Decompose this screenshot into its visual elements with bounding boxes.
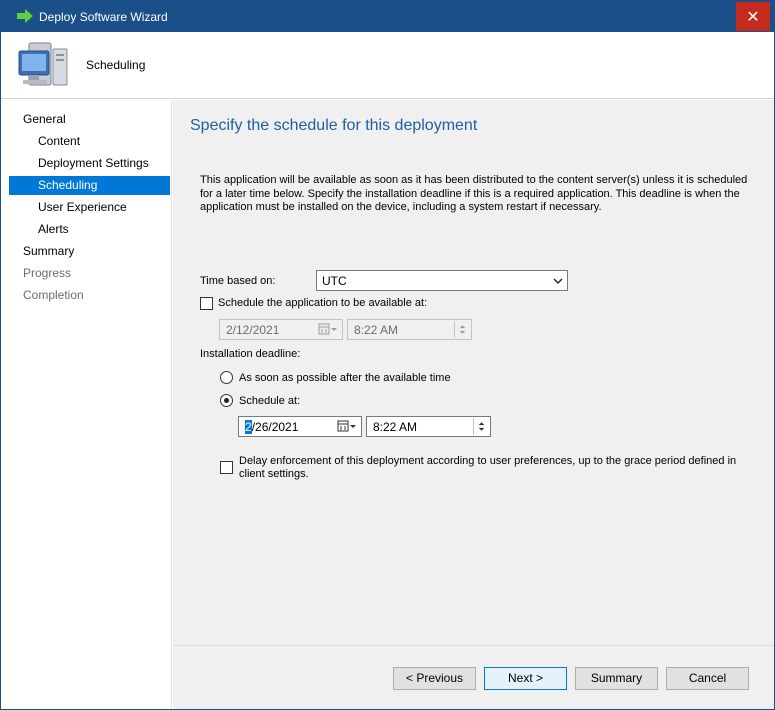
delay-enforcement-label: Delay enforcement of this deployment acc… <box>239 455 737 480</box>
deadline-date-picker[interactable]: 2/26/2021 <box>238 416 362 437</box>
sidebar-item-content[interactable]: Content <box>9 132 170 151</box>
calendar-dropdown-icon <box>318 323 337 335</box>
sidebar-item-deployment-settings[interactable]: Deployment Settings <box>9 154 170 173</box>
available-at-label: Schedule the application to be available… <box>218 297 428 309</box>
summary-button[interactable]: Summary <box>575 667 658 690</box>
deadline-date-rest: /26/2021 <box>251 420 299 434</box>
deadline-date-value: 2/26/2021 <box>245 420 298 434</box>
available-date-value: 2/12/2021 <box>226 323 280 337</box>
wizard-header: Scheduling <box>1 32 774 99</box>
deadline-time-picker[interactable]: 8:22 AM <box>366 416 491 437</box>
available-time-value: 8:22 AM <box>354 323 399 337</box>
deadline-schedule-label: Schedule at: <box>239 395 301 407</box>
available-time-picker: 8:22 AM <box>347 319 472 340</box>
cancel-button[interactable]: Cancel <box>666 667 749 690</box>
sidebar-item-completion: Completion <box>23 288 84 302</box>
sidebar-item-general[interactable]: General <box>9 110 170 129</box>
wizard-steps-sidebar: General Content Deployment Settings Sche… <box>1 100 172 709</box>
computer-icon <box>18 42 68 86</box>
deadline-schedule-radio[interactable] <box>220 394 233 407</box>
wizard-footer: < Previous Next > Summary Cancel <box>173 645 774 709</box>
wizard-window: Deploy Software Wizard ✕ Scheduling Gene… <box>0 0 775 710</box>
deadline-asap-radio[interactable] <box>220 371 233 384</box>
installation-deadline-label: Installation deadline: <box>200 348 301 360</box>
page-heading: Specify the schedule for this deployment <box>190 117 478 134</box>
deadline-time-value: 8:22 AM <box>373 420 418 434</box>
calendar-dropdown-icon[interactable] <box>337 420 357 433</box>
green-arrow-icon <box>17 9 33 23</box>
step-title: Scheduling <box>86 58 146 72</box>
title-bar: Deploy Software Wizard ✕ <box>1 1 774 32</box>
available-at-checkbox[interactable] <box>200 297 213 310</box>
next-button[interactable]: Next > <box>484 667 567 690</box>
deadline-asap-label: As soon as possible after the available … <box>239 372 451 384</box>
close-icon: ✕ <box>746 7 760 26</box>
delay-enforcement-checkbox[interactable] <box>220 461 233 474</box>
close-button[interactable]: ✕ <box>736 2 770 31</box>
spinner-icon <box>454 321 466 338</box>
available-date-picker: 2/12/2021 <box>219 319 343 340</box>
deadline-date-selected-segment: 2 <box>245 420 252 434</box>
sidebar-item-progress: Progress <box>23 266 72 280</box>
previous-button[interactable]: < Previous <box>393 667 476 690</box>
time-based-on-value: UTC <box>322 274 347 288</box>
page-description: This application will be available as so… <box>200 174 748 213</box>
time-based-on-select[interactable]: UTC <box>316 270 568 291</box>
spinner-icon[interactable] <box>473 418 489 435</box>
sidebar-item-scheduling[interactable]: Scheduling <box>9 176 170 195</box>
sidebar-item-summary[interactable]: Summary <box>9 242 170 261</box>
content-panel: Specify the schedule for this deployment… <box>173 100 774 645</box>
chevron-down-icon <box>553 278 563 284</box>
time-based-on-label: Time based on: <box>200 275 276 287</box>
sidebar-item-alerts[interactable]: Alerts <box>9 220 170 239</box>
window-title: Deploy Software Wizard <box>39 10 168 24</box>
sidebar-item-user-experience[interactable]: User Experience <box>9 198 170 217</box>
